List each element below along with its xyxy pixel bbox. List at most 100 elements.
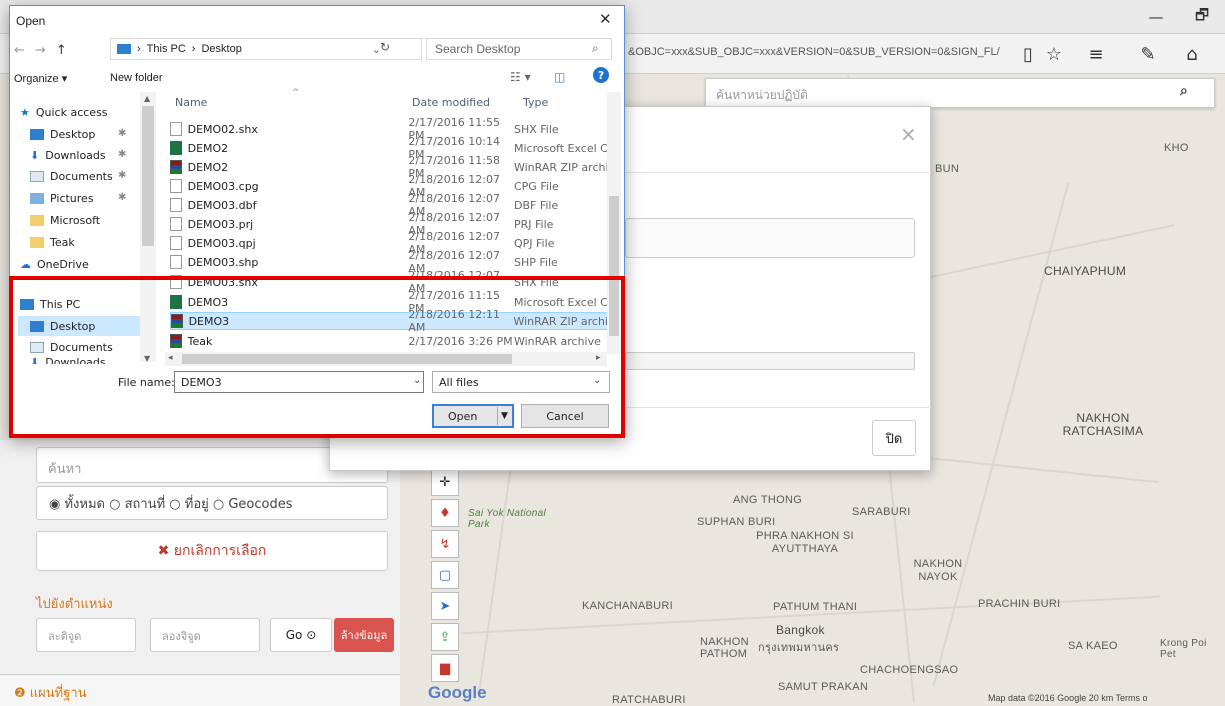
- dialog-close-icon[interactable]: ✕: [599, 10, 612, 28]
- go-button[interactable]: Go ⊙: [270, 618, 332, 652]
- file-row[interactable]: DEMO03.shp 2/18/2016 12:07 AM SHP File: [170, 249, 610, 275]
- marker-tool-icon[interactable]: ♦: [431, 499, 459, 527]
- help-icon[interactable]: ?: [593, 67, 609, 83]
- goto-position-label: ไปยังตำแหน่ง: [36, 597, 113, 612]
- window-controls: — 🗗: [1133, 0, 1225, 34]
- map-label-ayutthaya: PHRA NAKHON SI AYUTTHAYA: [756, 530, 854, 555]
- file-icon: [170, 179, 182, 193]
- file-row[interactable]: DEMO03.cpg 2/18/2016 12:07 AM CPG File: [170, 173, 610, 199]
- map-label-nakhon-nayok: NAKHON NAYOK: [913, 558, 963, 583]
- search-icon[interactable]: ⌕: [1180, 83, 1188, 99]
- google-logo: Google: [428, 683, 487, 702]
- nav-documents-quick[interactable]: Documents: [30, 166, 113, 186]
- map-label-nakhon-pathom: NAKHON PATHOM: [700, 636, 749, 660]
- map-label-sai-yok: Sai Yok National Park: [468, 508, 546, 530]
- favorite-star-icon[interactable]: ☆: [1040, 40, 1068, 68]
- cloud-icon: ☁: [20, 257, 31, 271]
- download-icon: ⬇: [30, 148, 40, 162]
- forward-arrow-icon[interactable]: →: [35, 43, 46, 58]
- line-tool-icon[interactable]: ↯: [431, 530, 459, 558]
- delete-tool-icon[interactable]: ▆: [431, 654, 459, 682]
- nav-desktop-quick[interactable]: Desktop: [30, 124, 95, 144]
- navigate-tool-icon[interactable]: ➤: [431, 592, 459, 620]
- dialog-search-input[interactable]: Search Desktop: [426, 38, 612, 60]
- preview-pane-icon[interactable]: ◫: [554, 70, 565, 84]
- map-label-kanchanaburi: KANCHANABURI: [582, 600, 674, 612]
- nav-quick-access[interactable]: ★ Quick access: [20, 102, 108, 122]
- scroll-up-icon[interactable]: ▲: [144, 94, 150, 103]
- nav-microsoft-folder[interactable]: Microsoft: [30, 210, 100, 230]
- desktop-icon: [30, 128, 44, 140]
- hub-icon[interactable]: ≡: [1082, 40, 1110, 68]
- folder-icon: [30, 236, 44, 248]
- breadcrumb[interactable]: › This PC › Desktop ⌄: [110, 38, 422, 60]
- back-arrow-icon[interactable]: ←: [14, 43, 25, 58]
- move-tool-icon[interactable]: ✛: [431, 468, 459, 496]
- map-label-kho: KHO: [1164, 142, 1189, 154]
- breadcrumb-sep-icon: ›: [137, 43, 141, 55]
- column-type[interactable]: Type: [523, 96, 548, 109]
- file-icon: [170, 198, 182, 212]
- web-note-icon[interactable]: ✎: [1134, 40, 1162, 68]
- file-row[interactable]: DEMO03.dbf 2/18/2016 12:07 AM DBF File: [170, 192, 610, 218]
- modal-input[interactable]: [625, 218, 915, 258]
- winrar-archive-icon: [170, 160, 182, 174]
- map-label-sa-kaeo: SA KAEO: [1068, 640, 1118, 652]
- nav-scrollbar-thumb[interactable]: [142, 106, 154, 246]
- file-icon: [170, 217, 182, 231]
- map-label-bangkok: Bangkok: [776, 623, 825, 637]
- dialog-title: Open: [16, 14, 46, 28]
- map-label-saraburi: SARABURI: [852, 506, 911, 518]
- breadcrumb-sep-icon: ›: [191, 43, 196, 55]
- breadcrumb-this-pc[interactable]: This PC: [147, 43, 186, 55]
- polygon-tool-icon[interactable]: ▢: [431, 561, 459, 589]
- breadcrumb-desktop[interactable]: Desktop: [201, 43, 241, 55]
- organize-menu[interactable]: Organize ▾: [14, 72, 67, 85]
- nav-onedrive[interactable]: ☁ OneDrive: [20, 254, 89, 274]
- column-date-modified[interactable]: Date modified: [412, 96, 490, 109]
- file-row[interactable]: DEMO2 2/17/2016 10:14 PM Microsoft Excel…: [170, 135, 610, 161]
- file-icon: [170, 236, 182, 250]
- cancel-selection-button[interactable]: ✖ ยกเลิกการเลือก: [36, 531, 388, 571]
- modal-close-button[interactable]: ปิด: [872, 420, 916, 456]
- clear-data-button[interactable]: ล้างข้อมูล: [334, 618, 394, 652]
- map-attribution: Map data ©2016 Google 20 km Terms o: [988, 693, 1148, 703]
- search-type-radio-group[interactable]: ◉ ทั้งหมด ○ สถานที่ ○ ที่อยู่ ○ Geocodes: [36, 486, 388, 520]
- modal-close-icon[interactable]: ×: [900, 122, 917, 146]
- map-label-bun: BUN: [935, 163, 960, 175]
- nav-teak-folder[interactable]: Teak: [30, 232, 75, 252]
- file-icon: [170, 122, 182, 136]
- file-icon: [170, 255, 182, 269]
- nav-downloads-quick[interactable]: ⬇ Downloads: [30, 145, 106, 165]
- file-row[interactable]: DEMO03.qpj 2/18/2016 12:07 AM QPJ File: [170, 230, 610, 256]
- map-label-chaiyaphum: CHAIYAPHUM: [1044, 264, 1127, 278]
- star-icon: ★: [20, 105, 30, 119]
- new-folder-button[interactable]: New folder: [110, 72, 163, 84]
- latitude-placeholder: ละติจูด: [48, 630, 82, 643]
- file-row[interactable]: DEMO02.shx 2/17/2016 11:55 PM SHX File: [170, 116, 610, 142]
- map-label-samut-prakan: SAMUT PRAKAN: [778, 681, 869, 693]
- share-icon[interactable]: ⌂: [1178, 40, 1206, 68]
- view-options-icon[interactable]: ☷ ▾: [510, 70, 531, 84]
- up-arrow-icon[interactable]: ↑: [56, 43, 67, 58]
- file-row[interactable]: DEMO2 2/17/2016 11:58 PM WinRAR ZIP arch…: [170, 154, 610, 180]
- upload-tool-icon[interactable]: ⇪: [431, 623, 459, 651]
- minimize-button[interactable]: —: [1133, 0, 1179, 34]
- url-field[interactable]: &OBJC=xxx&SUB_OBJC=xxx&VERSION=0&SUB_VER…: [628, 46, 1013, 58]
- map-label-pathum-thani: PATHUM THANI: [773, 601, 858, 613]
- highlight-annotation-box: [9, 276, 625, 438]
- reader-icon[interactable]: ▯: [1014, 40, 1042, 68]
- file-row[interactable]: DEMO03.prj 2/18/2016 12:07 AM PRJ File: [170, 211, 610, 237]
- map-label-chachoengsao: CHACHOENGSAO: [860, 664, 959, 676]
- restore-button[interactable]: 🗗: [1179, 0, 1225, 34]
- this-pc-icon: [117, 44, 131, 54]
- map-label-poi-pet: Krong Poi Pet: [1160, 638, 1207, 660]
- pin-icon: ✱: [118, 192, 127, 203]
- map-label-bangkok-thai: กรุงเทพมหานคร: [758, 642, 840, 654]
- search-placeholder: ค้นหา: [48, 462, 82, 477]
- refresh-icon[interactable]: ↻: [380, 40, 390, 54]
- search-icon[interactable]: ⌕: [592, 41, 599, 56]
- pictures-icon: [30, 192, 44, 204]
- column-name[interactable]: Name: [175, 96, 207, 109]
- nav-pictures-quick[interactable]: Pictures: [30, 188, 94, 208]
